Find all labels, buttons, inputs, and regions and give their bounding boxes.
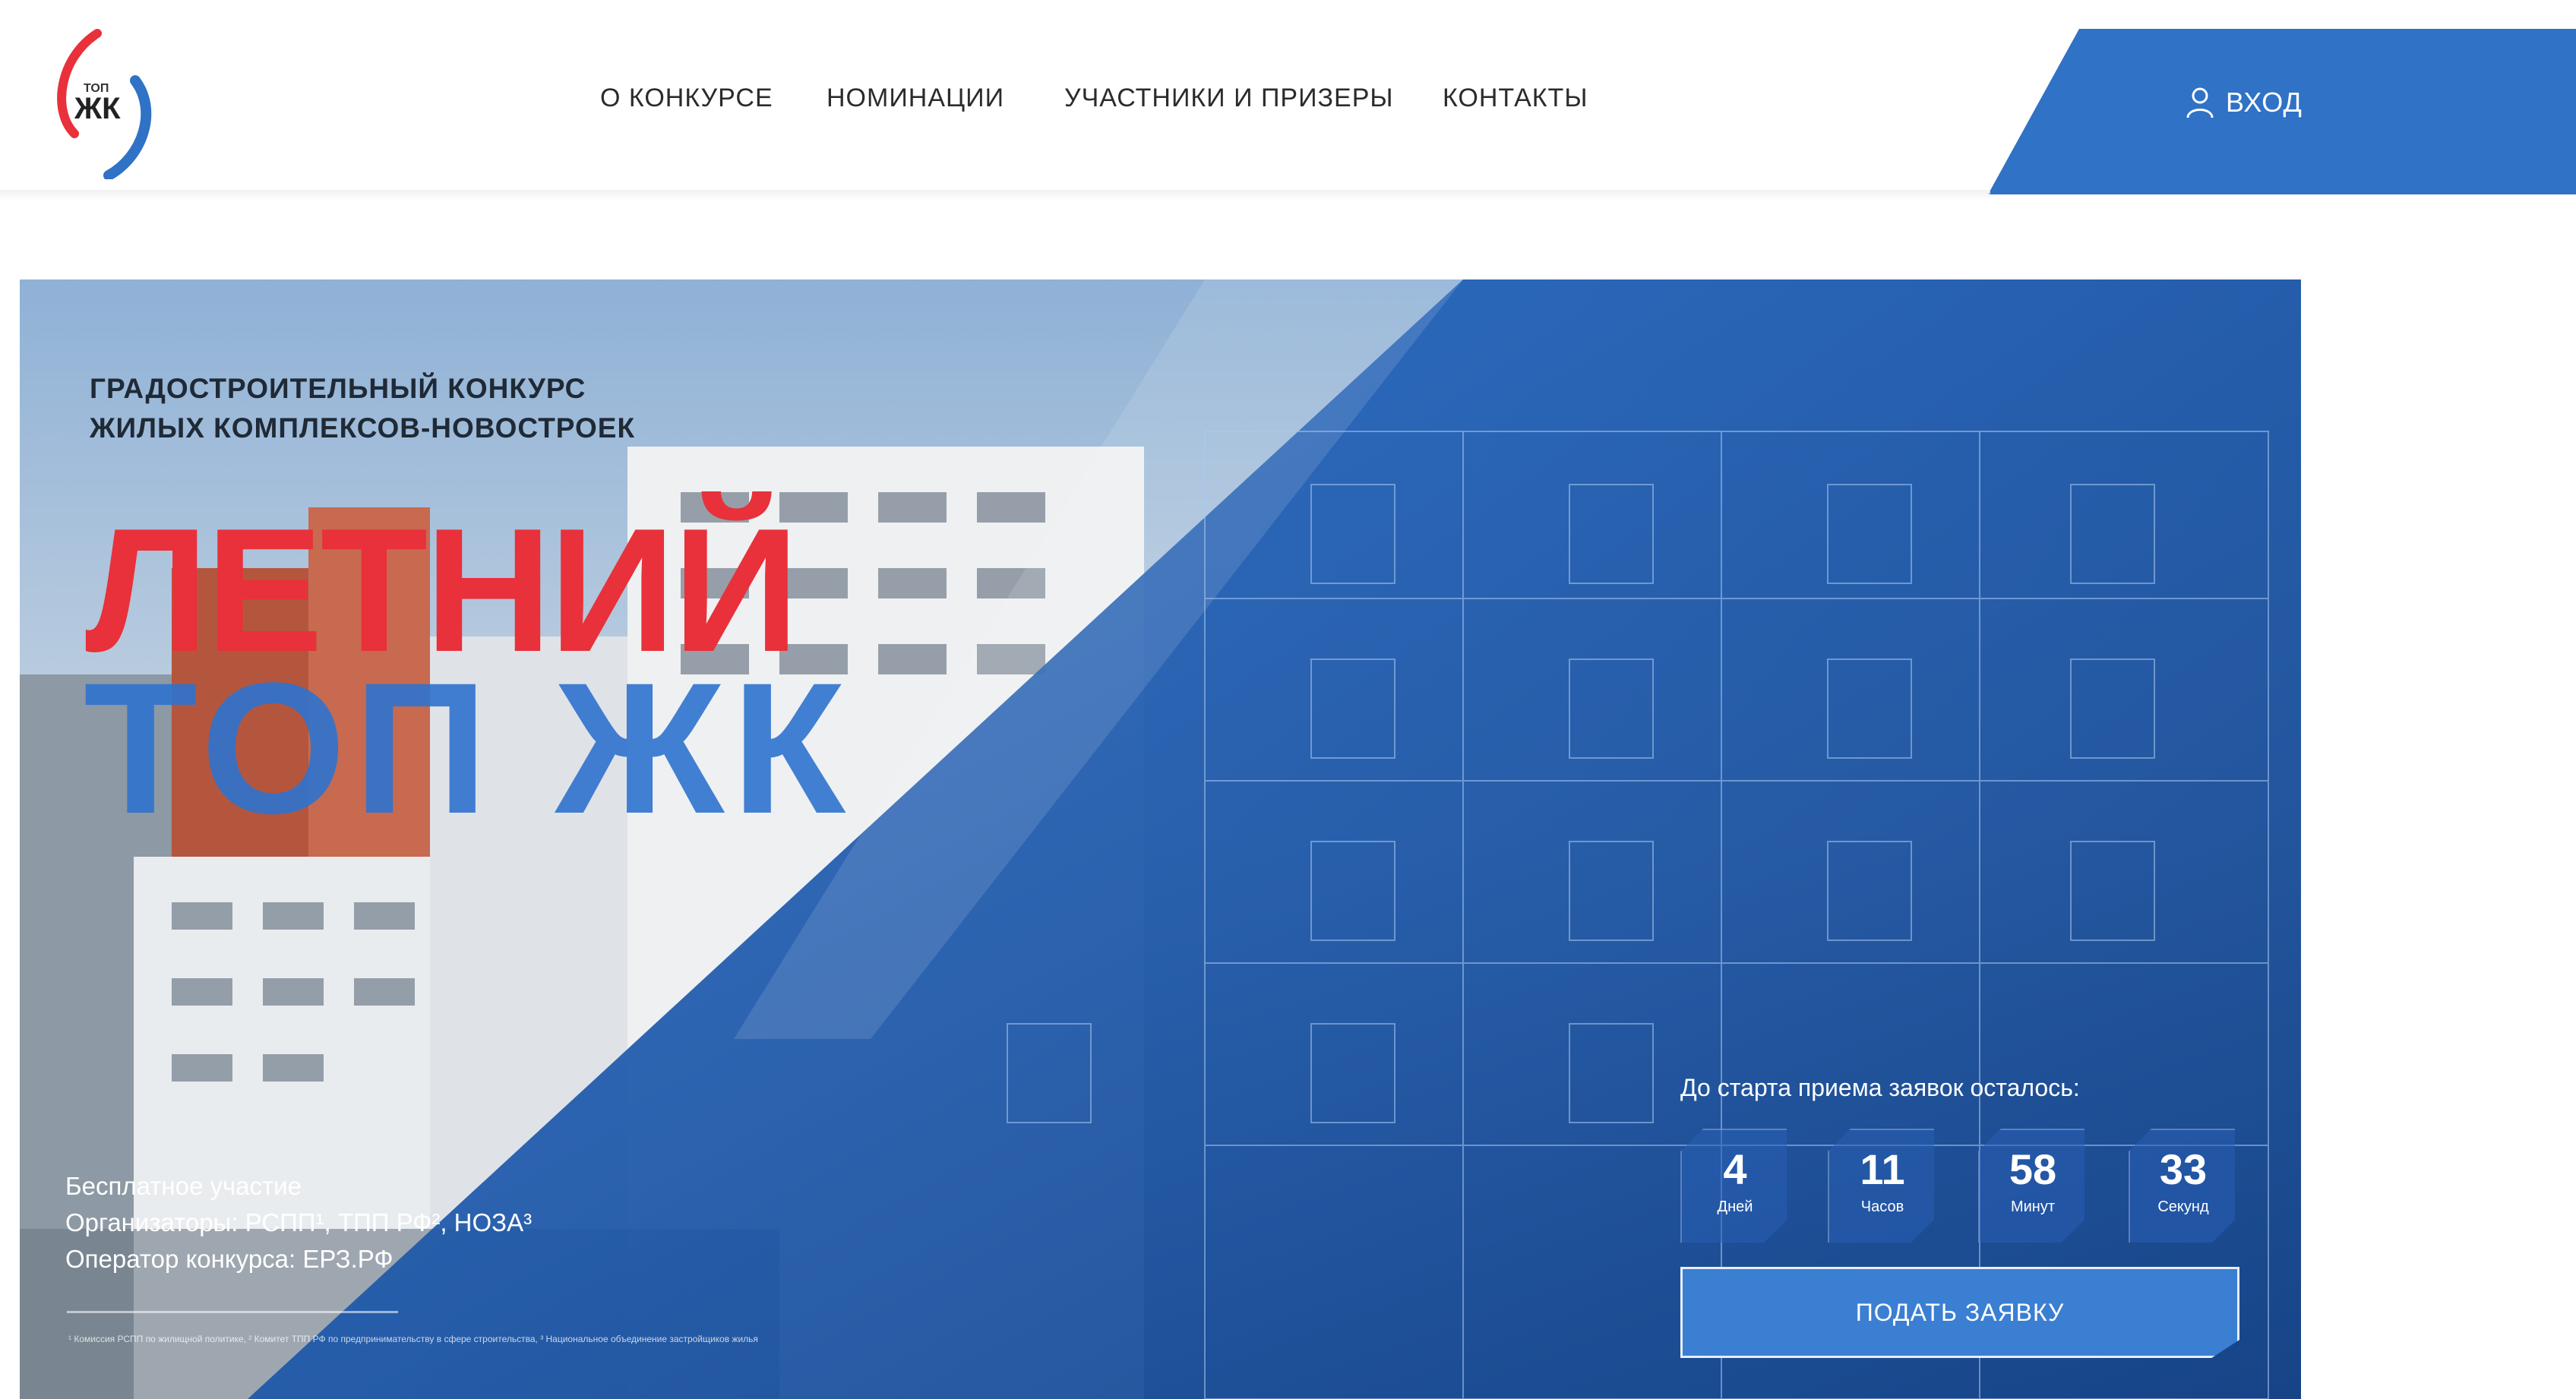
countdown-hours-value: 11 [1860, 1145, 1905, 1193]
countdown-days: 4 Дней [1680, 1129, 1787, 1243]
login-button[interactable]: ВХОД [2185, 84, 2303, 122]
hero-banner: ГРАДОСТРОИТЕЛЬНЫЙ КОНКУРС ЖИЛЫХ КОМПЛЕКС… [20, 279, 2301, 1399]
nav-item-participants[interactable]: УЧАСТНИКИ И ПРИЗЕРЫ [1064, 84, 1394, 113]
nav-item-about[interactable]: О КОНКУРСЕ [600, 84, 773, 113]
countdown-minutes: 58 Минут [1978, 1129, 2085, 1243]
hero-subtitle-line2: ЖИЛЫХ КОМПЛЕКСОВ-НОВОСТРОЕК [90, 412, 636, 444]
hero-subtitle: ГРАДОСТРОИТЕЛЬНЫЙ КОНКУРС ЖИЛЫХ КОМПЛЕКС… [90, 369, 925, 448]
header-shadow [0, 190, 1990, 201]
hero-footnote: ¹ Комиссия РСПП по жилищной политике, ² … [68, 1334, 758, 1344]
countdown-seconds: 33 Секунд [2129, 1129, 2235, 1243]
site-header: ТОП ЖК О КОНКУРСЕ НОМИНАЦИИ УЧАСТНИКИ И … [0, 0, 2576, 194]
info-free-participation: Бесплатное участие [65, 1172, 302, 1200]
top-zhk-logo[interactable]: ТОП ЖК [44, 27, 173, 181]
logo-text: ЖК [74, 92, 121, 125]
countdown-seconds-unit: Секунд [2157, 1198, 2209, 1215]
hero-subtitle-line1: ГРАДОСТРОИТЕЛЬНЫЙ КОНКУРС [90, 373, 586, 404]
countdown-seconds-value: 33 [2159, 1145, 2208, 1193]
hero-info-block: Бесплатное участие Организаторы: РСПП¹, … [65, 1168, 532, 1277]
info-operator: Оператор конкурса: ЕРЗ.РФ [65, 1245, 394, 1273]
nav-item-nominations[interactable]: НОМИНАЦИИ [827, 84, 1004, 113]
countdown-minutes-value: 58 [2009, 1145, 2057, 1193]
countdown-minutes-unit: Минут [2010, 1198, 2056, 1215]
hero-title-blue: ТОП ЖК [84, 644, 854, 853]
countdown-label: До старта приема заявок осталось: [1680, 1074, 2080, 1101]
user-icon [2186, 87, 2214, 118]
countdown-days-value: 4 [1723, 1145, 1747, 1193]
apply-button[interactable]: ПОДАТЬ ЗАЯВКУ [1680, 1267, 2239, 1358]
info-organizers: Организаторы: РСПП¹, ТПП РФ², НОЗА³ [65, 1208, 533, 1236]
info-divider [67, 1311, 398, 1313]
countdown-hours-unit: Часов [1860, 1198, 1904, 1215]
countdown-hours: 11 Часов [1828, 1129, 1934, 1243]
logo-icon: ТОП ЖК [57, 29, 152, 181]
login-label: ВХОД [2226, 87, 2303, 118]
countdown-days-unit: Дней [1717, 1198, 1753, 1215]
nav-item-contacts[interactable]: КОНТАКТЫ [1443, 84, 1588, 113]
